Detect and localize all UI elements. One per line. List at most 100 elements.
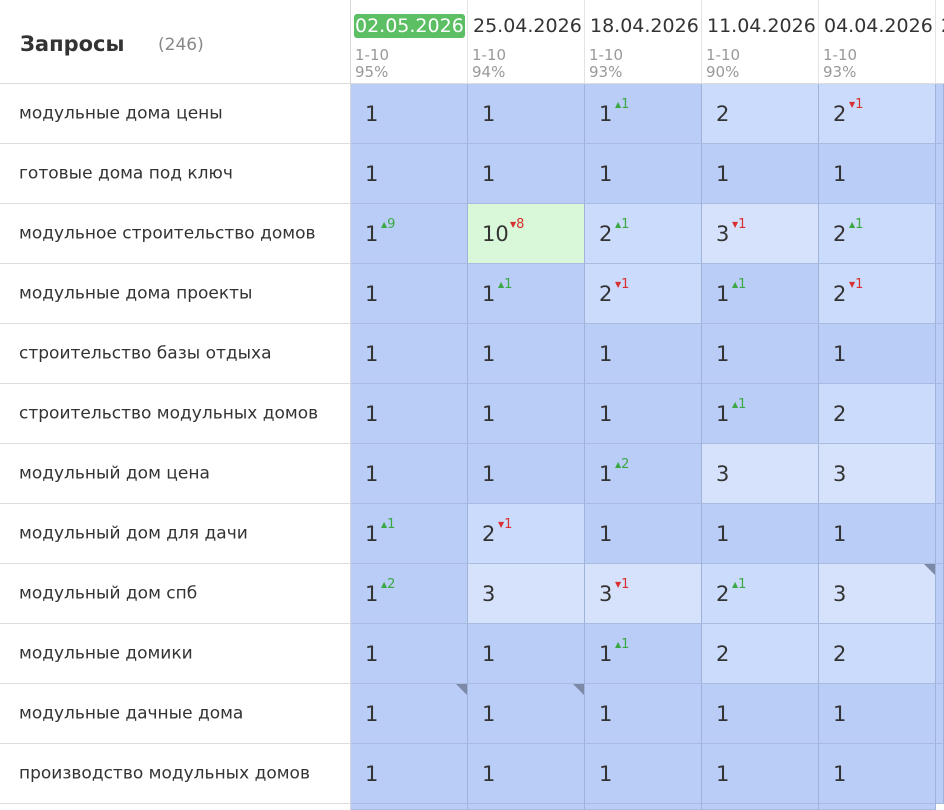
query-row[interactable]: строительство модульных домов — [0, 384, 351, 444]
position-cell-partial[interactable] — [585, 804, 702, 810]
position-cell[interactable]: 1 ▲1 — [702, 384, 819, 444]
position-cell[interactable]: 1 — [351, 384, 468, 444]
position-cell[interactable]: 1 — [351, 624, 468, 684]
position-cell[interactable]: 2 ▲1 — [819, 204, 936, 264]
position-cell-partial[interactable] — [351, 804, 468, 810]
position-cell[interactable]: 1 — [351, 444, 468, 504]
position-value: 2 — [833, 642, 847, 666]
position-cell[interactable]: 1 — [585, 684, 702, 744]
position-cell[interactable]: 1 — [702, 144, 819, 204]
position-cell[interactable]: 1 ▲2 — [585, 444, 702, 504]
position-cell[interactable]: 3 — [819, 564, 936, 624]
date-column-header[interactable]: 04.04.2026 1-10 93% — [819, 0, 936, 84]
position-cell[interactable]: 2 — [702, 84, 819, 144]
position-cell-partial[interactable] — [936, 264, 944, 324]
position-cell[interactable]: 1 — [819, 684, 936, 744]
position-cell-partial[interactable] — [936, 684, 944, 744]
position-cell-partial[interactable] — [936, 504, 944, 564]
position-cell-partial[interactable] — [936, 624, 944, 684]
position-cell[interactable]: 1 — [702, 324, 819, 384]
position-cell[interactable]: 1 — [819, 744, 936, 804]
position-cell[interactable]: 1 — [702, 684, 819, 744]
position-cell[interactable]: 1 ▲9 — [351, 204, 468, 264]
position-cell[interactable]: 1 — [351, 264, 468, 324]
position-cell[interactable]: 1 — [351, 684, 468, 744]
position-cell-partial[interactable] — [702, 804, 819, 810]
position-cell[interactable]: 1 — [351, 84, 468, 144]
position-cell[interactable]: 1 — [468, 444, 585, 504]
query-row[interactable]: модульный дом цена — [0, 444, 351, 504]
position-cell[interactable]: 1 — [819, 144, 936, 204]
position-cell[interactable]: 1 — [351, 144, 468, 204]
date-column-header[interactable]: 18.04.2026 1-10 93% — [585, 0, 702, 84]
position-cell[interactable]: 2 ▼1 — [819, 84, 936, 144]
position-value: 1 — [365, 762, 379, 786]
position-cell-partial[interactable] — [936, 744, 944, 804]
position-cell-partial[interactable] — [936, 144, 944, 204]
query-row[interactable]: модульное строительство домов — [0, 204, 351, 264]
query-row[interactable]: модульный дом для дачи — [0, 504, 351, 564]
position-cell[interactable]: 1 ▲1 — [585, 624, 702, 684]
position-cell[interactable]: 3 — [468, 564, 585, 624]
position-cell[interactable]: 1 ▲1 — [468, 264, 585, 324]
query-row[interactable]: производство модульных домов — [0, 744, 351, 804]
position-cell[interactable]: 3 ▼1 — [702, 204, 819, 264]
position-cell[interactable]: 3 — [702, 444, 819, 504]
position-cell[interactable]: 1 — [585, 324, 702, 384]
position-cell[interactable]: 10 ▼8 — [468, 204, 585, 264]
position-cell[interactable]: 1 — [351, 324, 468, 384]
position-cell[interactable]: 2 ▼1 — [819, 264, 936, 324]
query-text: модульный дом спб — [19, 583, 198, 603]
position-cell[interactable]: 2 ▼1 — [585, 264, 702, 324]
position-cell[interactable]: 1 — [468, 384, 585, 444]
position-cell[interactable]: 1 — [819, 324, 936, 384]
position-cell[interactable]: 1 — [468, 684, 585, 744]
date-column-header[interactable]: 02.05.2026 1-10 95% — [351, 0, 468, 84]
position-cell[interactable]: 3 — [819, 444, 936, 504]
query-row[interactable]: модульный дом спб — [0, 564, 351, 624]
position-cell-partial[interactable] — [936, 324, 944, 384]
position-cell[interactable]: 3 ▼1 — [585, 564, 702, 624]
position-cell-partial[interactable] — [936, 564, 944, 624]
position-cell[interactable]: 1 — [585, 144, 702, 204]
position-cell[interactable]: 2 ▼1 — [468, 504, 585, 564]
position-cell-partial[interactable] — [936, 84, 944, 144]
position-cell[interactable]: 1 — [468, 324, 585, 384]
query-row[interactable]: модульные дачные дома — [0, 684, 351, 744]
query-row[interactable]: строительство базы отдыха — [0, 324, 351, 384]
position-cell[interactable]: 1 — [468, 84, 585, 144]
position-cell[interactable]: 1 — [351, 744, 468, 804]
position-cell[interactable]: 1 — [702, 744, 819, 804]
position-cell-partial[interactable] — [936, 444, 944, 504]
position-cell[interactable]: 1 ▲2 — [351, 564, 468, 624]
position-cell[interactable]: 1 — [819, 504, 936, 564]
position-cell[interactable]: 1 — [585, 504, 702, 564]
date-column-header[interactable]: 25.04.2026 1-10 94% — [468, 0, 585, 84]
position-cell-partial[interactable] — [936, 204, 944, 264]
position-cell[interactable]: 1 — [468, 744, 585, 804]
position-cell[interactable]: 1 — [585, 384, 702, 444]
position-cell[interactable]: 1 — [702, 504, 819, 564]
date-column-header[interactable]: 11.04.2026 1-10 90% — [702, 0, 819, 84]
query-row[interactable]: модульные домики — [0, 624, 351, 684]
query-row[interactable]: модульные дома проекты — [0, 264, 351, 324]
position-cell-partial[interactable] — [936, 384, 944, 444]
queries-header[interactable]: Запросы (246) — [0, 0, 351, 84]
position-cell[interactable]: 2 ▲1 — [585, 204, 702, 264]
query-row[interactable]: модульные дома цены — [0, 84, 351, 144]
position-cell[interactable]: 1 — [468, 624, 585, 684]
query-row[interactable]: готовые дома под ключ — [0, 144, 351, 204]
position-cell[interactable]: 1 ▲1 — [585, 84, 702, 144]
position-cell[interactable]: 2 — [819, 384, 936, 444]
date-column-header[interactable]: 2 — [936, 0, 944, 84]
position-cell[interactable]: 1 — [468, 144, 585, 204]
queries-count: (246) — [158, 35, 204, 55]
position-cell-partial[interactable] — [468, 804, 585, 810]
position-cell[interactable]: 2 — [819, 624, 936, 684]
position-cell[interactable]: 1 — [585, 744, 702, 804]
position-cell[interactable]: 1 ▲1 — [351, 504, 468, 564]
position-cell-partial[interactable] — [819, 804, 936, 810]
position-cell[interactable]: 2 — [702, 624, 819, 684]
position-cell[interactable]: 2 ▲1 — [702, 564, 819, 624]
position-cell[interactable]: 1 ▲1 — [702, 264, 819, 324]
